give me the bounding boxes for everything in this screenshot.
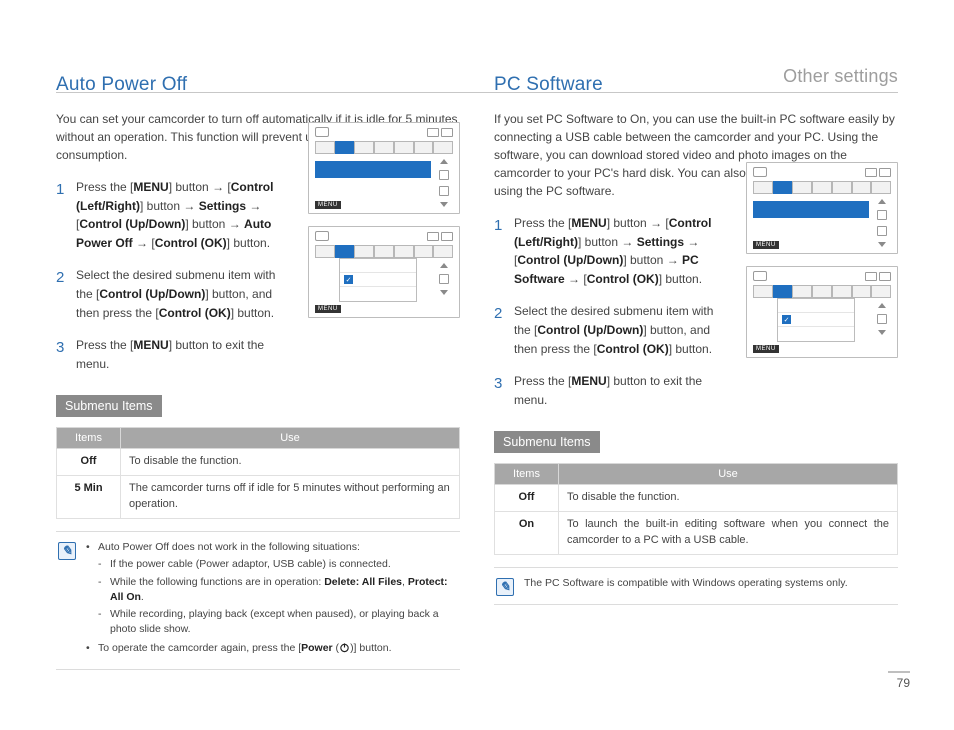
table-row: Off To disable the function.	[495, 485, 898, 512]
note-icon: ✎	[58, 542, 76, 560]
illustration-menu-1: MENU	[308, 122, 460, 214]
column-right: PC Software If you set PC Software to On…	[494, 52, 898, 688]
note-icon: ✎	[496, 578, 514, 596]
step-1: Press the [MENU] button → [Control (Left…	[494, 214, 719, 288]
menu-tabs	[315, 141, 453, 154]
glyph-icon	[439, 170, 449, 180]
cell-val: To disable the function.	[559, 485, 898, 512]
cell-key: 5 Min	[57, 476, 121, 519]
battery-icon	[865, 272, 891, 281]
table-row: 5 Min The camcorder turns off if idle fo…	[57, 476, 460, 519]
table-pc-software: Items Use Off To disable the function. O…	[494, 463, 898, 555]
battery-icon	[427, 232, 453, 241]
submenu-items-tag: Submenu Items	[56, 395, 162, 417]
cell-key: Off	[57, 449, 121, 476]
chevron-down-icon	[878, 242, 886, 247]
note-block-pc-software: ✎ The PC Software is compatible with Win…	[494, 567, 898, 605]
chevron-up-icon	[878, 303, 886, 308]
menu-badge: MENU	[315, 201, 341, 209]
glyph-icon	[877, 226, 887, 236]
submenu-items-tag: Submenu Items	[494, 431, 600, 453]
chevron-down-icon	[440, 290, 448, 295]
battery-icon	[865, 168, 891, 177]
home-icon	[315, 231, 329, 241]
illustration-menu-2: ✓ MENU	[308, 226, 460, 318]
th-use: Use	[559, 464, 898, 485]
menu-badge: MENU	[753, 241, 779, 249]
note-subitem: While recording, playing back (except wh…	[98, 607, 458, 637]
glyph-icon	[877, 210, 887, 220]
illustration-menu-3: MENU	[746, 162, 898, 254]
cell-val: To launch the built-in editing software …	[559, 512, 898, 555]
chevron-up-icon	[440, 263, 448, 268]
note-subitem: If the power cable (Power adaptor, USB c…	[98, 557, 458, 572]
illustration-menu-4: ✓ MENU	[746, 266, 898, 358]
home-icon	[753, 271, 767, 281]
menu-tabs	[315, 245, 453, 258]
step-2: Select the desired submenu item with the…	[494, 302, 719, 358]
column-left: Auto Power Off You can set your camcorde…	[56, 52, 460, 688]
note-block-auto-power-off: ✎ Auto Power Off does not work in the fo…	[56, 531, 460, 670]
chevron-down-icon	[878, 330, 886, 335]
table-row: Off To disable the function.	[57, 449, 460, 476]
note-subitem: While the following functions are in ope…	[98, 575, 458, 605]
home-icon	[753, 167, 767, 177]
th-items: Items	[495, 464, 559, 485]
cell-val: To disable the function.	[121, 449, 460, 476]
th-items: Items	[57, 428, 121, 449]
menu-tabs	[753, 181, 891, 194]
home-icon	[315, 127, 329, 137]
step-3: Press the [MENU] button to exit the menu…	[56, 336, 281, 373]
cell-val: The camcorder turns off if idle for 5 mi…	[121, 476, 460, 519]
check-icon: ✓	[344, 275, 353, 284]
note-item: To operate the camcorder again, press th…	[86, 641, 458, 656]
chevron-up-icon	[878, 199, 886, 204]
glyph-icon	[439, 186, 449, 196]
battery-icon	[427, 128, 453, 137]
note-item: Auto Power Off does not work in the foll…	[86, 540, 458, 637]
step-3: Press the [MENU] button to exit the menu…	[494, 372, 719, 409]
check-icon: ✓	[782, 315, 791, 324]
table-row: On To launch the built-in editing softwa…	[495, 512, 898, 555]
menu-badge: MENU	[315, 305, 341, 313]
heading-auto-power-off: Auto Power Off	[56, 74, 460, 96]
chevron-down-icon	[440, 202, 448, 207]
th-use: Use	[121, 428, 460, 449]
step-1: Press the [MENU] button → [Control (Left…	[56, 178, 281, 252]
page-number: 79	[888, 671, 910, 690]
glyph-icon	[439, 274, 449, 284]
cell-key: Off	[495, 485, 559, 512]
menu-tabs	[753, 285, 891, 298]
cell-key: On	[495, 512, 559, 555]
note-text: The PC Software is compatible with Windo…	[524, 576, 848, 596]
table-auto-power-off: Items Use Off To disable the function. 5…	[56, 427, 460, 519]
heading-pc-software: PC Software	[494, 74, 898, 96]
glyph-icon	[877, 314, 887, 324]
menu-badge: MENU	[753, 345, 779, 353]
chevron-up-icon	[440, 159, 448, 164]
step-2: Select the desired submenu item with the…	[56, 266, 281, 322]
